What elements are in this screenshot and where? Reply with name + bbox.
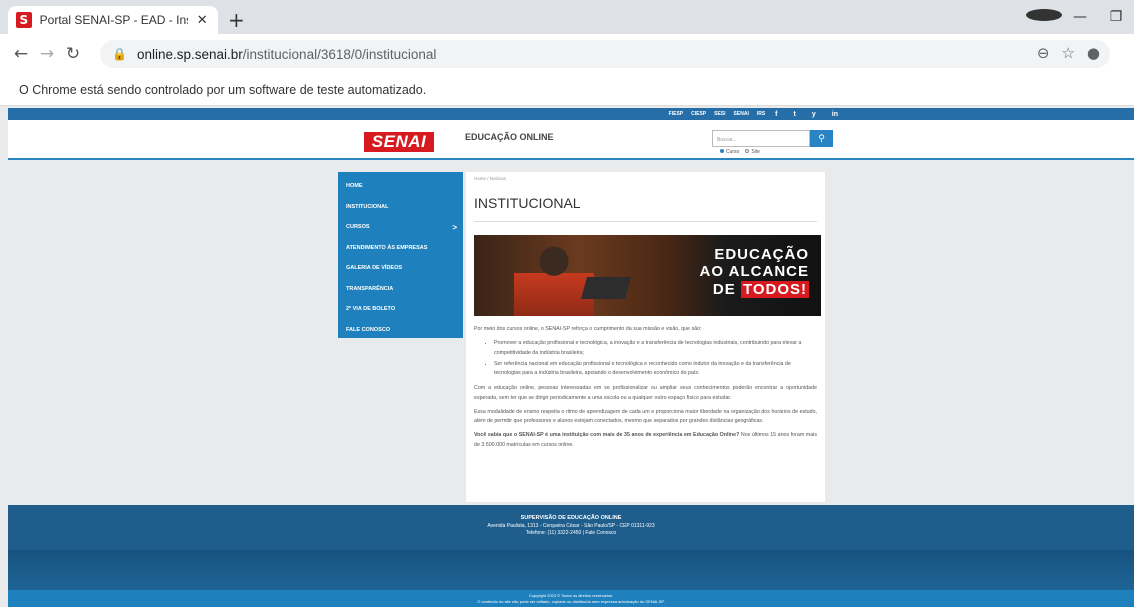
- link-ciesp[interactable]: CIESP: [691, 111, 706, 117]
- link-fiesp[interactable]: FIESP: [669, 111, 683, 117]
- minimize-icon[interactable]: —: [1062, 9, 1098, 25]
- youtube-icon[interactable]: y: [812, 111, 816, 118]
- search-icon: ⚲: [818, 133, 825, 144]
- profile-icon[interactable]: [1026, 9, 1062, 25]
- close-tab-icon[interactable]: ✕: [194, 13, 210, 28]
- link-irs[interactable]: IRS: [757, 111, 765, 117]
- tab-title: Portal SENAI-SP - EAD - Institucio: [39, 13, 189, 27]
- browser-toolbar: ← → ↻ 🔒 online.sp.senai.br/institucional…: [0, 34, 1134, 74]
- footer-phone[interactable]: Telefone: (11) 3322-2450 | Fale Conosco: [8, 530, 1134, 538]
- sidebar-item-institucional[interactable]: INSTITUCIONAL: [338, 197, 463, 218]
- sidebar-item-boleto[interactable]: 2ª VIA DE BOLETO: [338, 299, 463, 320]
- list-item: Promover a educação profissional e tecno…: [494, 339, 817, 358]
- paragraph: Essa modalidade de ensino respeita o rit…: [474, 408, 817, 425]
- sidebar-item-atendimento[interactable]: ATENDIMENTO ÀS EMPRESAS: [338, 238, 463, 259]
- hero-banner: EDUCAÇÃO AO ALCANCE DE TODOS!: [474, 235, 821, 316]
- footer-contact: SUPERVISÃO DE EDUCAÇÃO ONLINE Avenida Pa…: [8, 505, 1134, 550]
- paragraph: Você sabia que o SENAI-SP é uma institui…: [474, 432, 817, 448]
- top-links-bar: FIESP CIESP SESI SENAI IRS f t y in: [8, 108, 1134, 120]
- sidebar-menu: HOME INSTITUCIONAL CURSOS > ATENDIMENTO À…: [338, 172, 463, 338]
- footer-title: SUPERVISÃO DE EDUCAÇÃO ONLINE: [520, 515, 622, 521]
- site-header: SENAI EDUCAÇÃO ONLINE Buscar... ⚲ Curso …: [8, 120, 1134, 160]
- zoom-icon[interactable]: ⊖: [1037, 44, 1050, 62]
- account-icon[interactable]: ●: [1087, 44, 1100, 62]
- window-controls: — ❐: [1026, 0, 1134, 34]
- sidebar-item-galeria[interactable]: GALERIA DE VÍDEOS: [338, 258, 463, 279]
- url-path: /institucional/3618/0/institucional: [242, 46, 437, 62]
- twitter-icon[interactable]: t: [794, 111, 796, 118]
- senai-favicon-icon: S: [16, 12, 32, 28]
- site-title: EDUCAÇÃO ONLINE: [465, 132, 554, 142]
- senai-logo[interactable]: SENAI: [364, 132, 434, 152]
- search-button[interactable]: ⚲: [810, 130, 833, 147]
- sidebar-item-cursos[interactable]: CURSOS >: [338, 217, 463, 238]
- sidebar-item-transparencia[interactable]: TRANSPARÊNCIA: [338, 279, 463, 300]
- sidebar-item-fale-conosco[interactable]: FALE CONOSCO: [338, 320, 463, 341]
- link-senai[interactable]: SENAI: [734, 111, 749, 117]
- web-page: FIESP CIESP SESI SENAI IRS f t y in SENA…: [8, 108, 1134, 607]
- browser-tab-strip: S Portal SENAI-SP - EAD - Institucio ✕ +…: [0, 0, 1134, 34]
- new-tab-button[interactable]: +: [228, 8, 245, 32]
- sidebar-item-home[interactable]: HOME: [338, 176, 463, 197]
- paragraph: Com a educação online, pessoas interessa…: [474, 385, 817, 401]
- hero-laptop-image: [581, 277, 631, 299]
- link-sesi[interactable]: SESI: [714, 111, 725, 117]
- list-item: Ser referência nacional em educação prof…: [494, 360, 817, 379]
- reload-icon[interactable]: ↻: [60, 44, 86, 64]
- article-body: Por meio dos cursos online, o SENAI-SP r…: [474, 325, 817, 450]
- address-bar[interactable]: 🔒 online.sp.senai.br/institucional/3618/…: [100, 40, 1110, 68]
- search-input[interactable]: Buscar...: [712, 130, 810, 147]
- forward-icon[interactable]: →: [34, 44, 60, 64]
- footer-banner: [8, 550, 1134, 590]
- main-content: Home / Notícias INSTITUCIONAL EDUCAÇÃO A…: [466, 172, 825, 502]
- bookmark-star-icon[interactable]: ☆: [1061, 44, 1074, 62]
- radio-site[interactable]: Site: [745, 149, 760, 155]
- footer-copyright: Copyright 2023 © Todos os direitos reser…: [8, 590, 1134, 607]
- radio-curso[interactable]: Curso: [720, 149, 739, 155]
- page-title: INSTITUCIONAL: [474, 195, 817, 222]
- hero-text: EDUCAÇÃO AO ALCANCE DE TODOS!: [699, 246, 809, 298]
- back-icon[interactable]: ←: [8, 44, 34, 64]
- browser-tab[interactable]: S Portal SENAI-SP - EAD - Institucio ✕: [8, 6, 218, 34]
- automation-infobar: O Chrome está sendo controlado por um so…: [0, 74, 1134, 106]
- breadcrumb[interactable]: Home / Notícias: [474, 176, 817, 181]
- chevron-right-icon: >: [452, 222, 457, 232]
- mission-list: Promover a educação profissional e tecno…: [494, 339, 817, 378]
- search-scope: Curso Site: [720, 149, 760, 155]
- lock-icon: 🔒: [112, 47, 127, 61]
- facebook-icon[interactable]: f: [775, 111, 777, 118]
- linkedin-icon[interactable]: in: [832, 111, 838, 118]
- restore-icon[interactable]: ❐: [1098, 9, 1134, 25]
- intro-paragraph: Por meio dos cursos online, o SENAI-SP r…: [474, 326, 702, 332]
- url-host: online.sp.senai.br: [136, 46, 243, 62]
- hero-person-image: [514, 243, 594, 316]
- footer-address: Avenida Paulista, 1313 - Cerqueira César…: [487, 522, 655, 529]
- url-text: online.sp.senai.br/institucional/3618/0/…: [137, 47, 436, 62]
